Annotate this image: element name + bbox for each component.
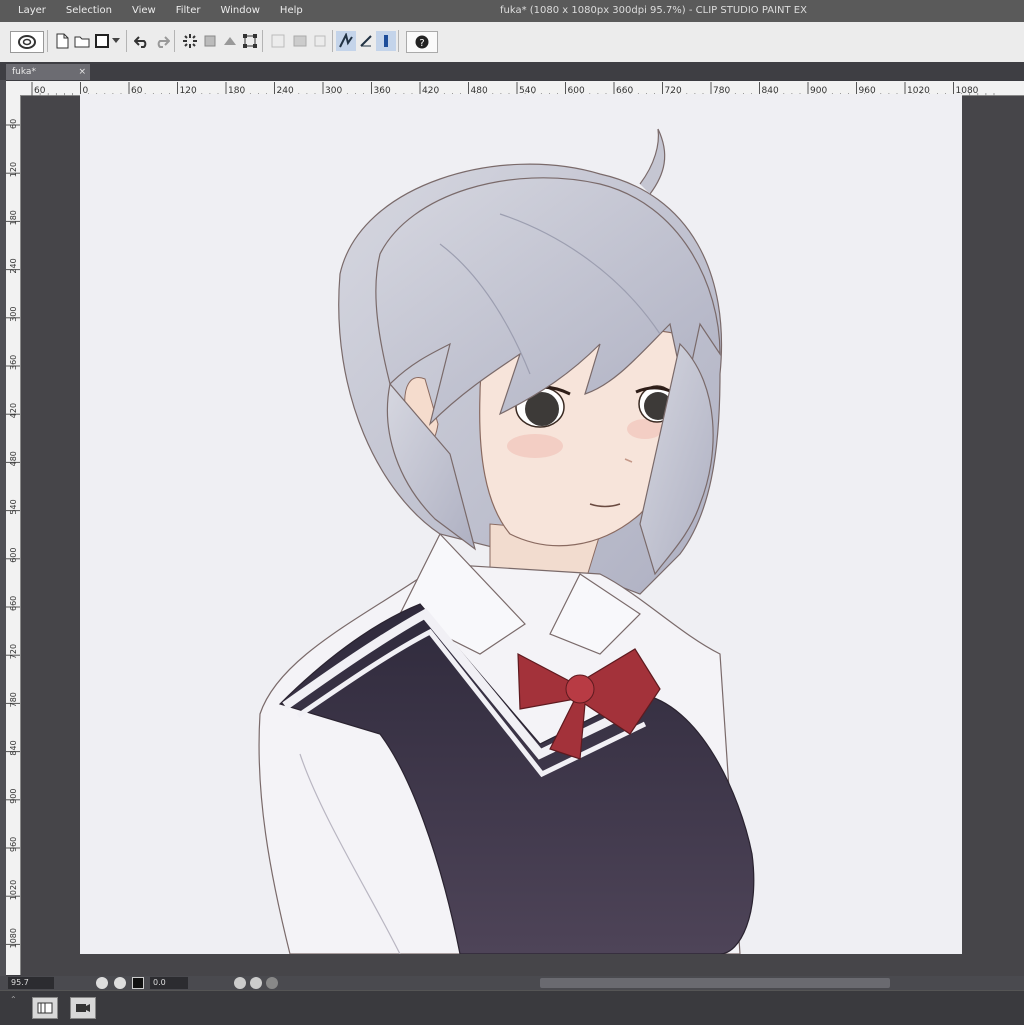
ruler-tick-label: 360 bbox=[9, 355, 18, 370]
ruler-tick-label: 1020 bbox=[9, 880, 18, 900]
fill-icon[interactable] bbox=[200, 31, 220, 51]
zoom-in-icon[interactable] bbox=[114, 977, 126, 989]
window-title: fuka* (1080 x 1080px 300dpi 95.7%) - CLI… bbox=[500, 5, 807, 16]
menu-selection[interactable]: Selection bbox=[56, 0, 122, 22]
document-tab-label: fuka* bbox=[12, 67, 36, 77]
vertical-ruler: 60 120 180 240 300 360 420 480 540 600 660 720 780 84… bbox=[6, 95, 21, 975]
ruler-tick-label: 60 bbox=[9, 119, 18, 129]
close-icon[interactable]: × bbox=[78, 64, 86, 80]
ruler-tick-label: 600 bbox=[9, 548, 18, 563]
toolbar-divider bbox=[332, 30, 333, 52]
ruler-snap-icon[interactable] bbox=[356, 31, 376, 51]
toolbar-divider bbox=[398, 30, 399, 52]
menu-help[interactable]: Help bbox=[270, 0, 313, 22]
ruler-tick-label: 540 bbox=[9, 499, 18, 514]
blush-left bbox=[507, 434, 563, 458]
ruler-tick-label: 420 bbox=[9, 403, 18, 418]
ruler-corner bbox=[6, 81, 20, 95]
transform-icon[interactable] bbox=[220, 31, 240, 51]
menu-filter[interactable]: Filter bbox=[166, 0, 211, 22]
ruler-tick-label: 720 bbox=[9, 644, 18, 659]
ruler-tick-label: 1080 bbox=[9, 928, 18, 948]
clip-studio-logo-icon[interactable] bbox=[10, 31, 44, 53]
redo-icon[interactable] bbox=[152, 31, 172, 51]
title-bar: Layer Selection View Filter Window Help … bbox=[0, 0, 1024, 22]
illustration bbox=[258, 128, 755, 955]
bottom-panel: ⌃ bbox=[0, 990, 1024, 1025]
zoom-out-icon[interactable] bbox=[96, 977, 108, 989]
save-icon[interactable] bbox=[92, 31, 112, 51]
timeline-icon[interactable] bbox=[32, 997, 58, 1019]
toolbar-divider bbox=[262, 30, 263, 52]
rotation-field[interactable]: 0.0 bbox=[150, 977, 188, 989]
menu-layer[interactable]: Layer bbox=[8, 0, 56, 22]
special-ruler-icon[interactable] bbox=[376, 31, 396, 51]
toolbar-divider bbox=[47, 30, 48, 52]
toolbar-divider bbox=[174, 30, 175, 52]
ruler-tick-label: 480 bbox=[9, 451, 18, 466]
vertical-ruler-ticks: 60 120 180 240 300 360 420 480 540 600 660 720 780 84… bbox=[6, 119, 20, 948]
menu-view[interactable]: View bbox=[122, 0, 166, 22]
undo-icon[interactable] bbox=[132, 31, 152, 51]
reset-rotation-icon[interactable] bbox=[266, 977, 278, 989]
rotate-right-icon[interactable] bbox=[250, 977, 262, 989]
drawing-canvas[interactable] bbox=[80, 94, 962, 955]
document-tab-bar: fuka* × bbox=[0, 62, 1024, 80]
clear-icon[interactable] bbox=[180, 31, 200, 51]
new-file-icon[interactable] bbox=[52, 31, 72, 51]
ruler-tick-label: 960 bbox=[9, 837, 18, 852]
mask-icon[interactable] bbox=[310, 31, 330, 51]
rotate-left-icon[interactable] bbox=[234, 977, 246, 989]
ruler-tick-label: 300 bbox=[9, 307, 18, 322]
svg-text:?: ? bbox=[419, 38, 424, 49]
bow-knot bbox=[565, 674, 595, 704]
ahoge bbox=[639, 128, 666, 195]
help-icon[interactable]: ? bbox=[406, 31, 438, 53]
ruler-tick-label: 240 bbox=[9, 258, 18, 273]
menu-window[interactable]: Window bbox=[210, 0, 269, 22]
chevron-down-icon[interactable] bbox=[110, 31, 122, 51]
ruler-tick-label: 180 bbox=[9, 210, 18, 225]
free-transform-icon[interactable] bbox=[240, 31, 260, 51]
ruler-tick-label: 780 bbox=[9, 692, 18, 707]
command-bar: ? bbox=[0, 22, 1024, 63]
document-tab[interactable]: fuka* × bbox=[6, 64, 90, 80]
crop-icon[interactable] bbox=[268, 31, 288, 51]
status-bar: 95.7 0.0 bbox=[0, 976, 1024, 990]
panel-collapse-icon[interactable]: ⌃ bbox=[10, 995, 22, 1021]
layer-icon[interactable] bbox=[290, 31, 310, 51]
camera-icon[interactable] bbox=[70, 997, 96, 1019]
snap-icon[interactable] bbox=[336, 31, 356, 51]
ruler-tick-label: 660 bbox=[9, 596, 18, 611]
fit-screen-icon[interactable] bbox=[132, 977, 144, 989]
open-file-icon[interactable] bbox=[72, 31, 92, 51]
ruler-tick-label: 840 bbox=[9, 740, 18, 755]
zoom-field[interactable]: 95.7 bbox=[8, 977, 54, 989]
menu-bar: Layer Selection View Filter Window Help bbox=[8, 0, 313, 22]
toolbar-divider bbox=[126, 30, 127, 52]
horizontal-scrollbar[interactable] bbox=[540, 978, 890, 988]
ruler-tick-label: 900 bbox=[9, 789, 18, 804]
ruler-tick-label: 120 bbox=[9, 162, 18, 177]
